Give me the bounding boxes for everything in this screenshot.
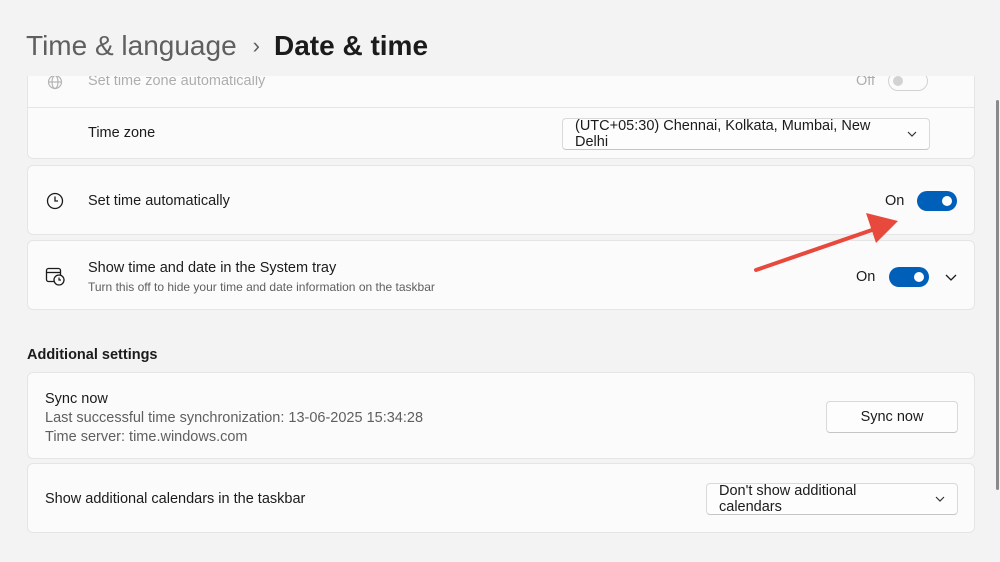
set-time-automatically-toggle[interactable] xyxy=(917,191,957,211)
page-title: Date & time xyxy=(273,30,429,61)
systray-toggle[interactable] xyxy=(889,267,929,287)
additional-calendars-value: Don't show additional calendars xyxy=(719,483,857,515)
set-time-automatically-card: Set time automatically On xyxy=(27,165,975,235)
auto-timezone-label: Set time zone automatically xyxy=(88,76,266,89)
sync-title: Sync now xyxy=(45,391,108,407)
chevron-down-icon xyxy=(893,131,917,137)
breadcrumb-parent-link[interactable]: Time & language xyxy=(26,30,237,62)
timezone-row: Time zone (UTC+05:30) Chennai, Kolkata, … xyxy=(28,108,974,160)
systray-label: Show time and date in the System tray xyxy=(88,260,337,276)
additional-calendars-label: Show additional calendars in the taskbar xyxy=(45,491,306,507)
systray-description: Turn this off to hide your time and date… xyxy=(88,280,435,294)
systray-state: On xyxy=(856,269,876,285)
settings-scroll-area[interactable]: Set time zone automatically Off Time zon… xyxy=(0,76,1000,562)
time-server-text: Time server: time.windows.com xyxy=(45,429,248,445)
breadcrumb: Time & language › Date & time xyxy=(26,26,428,66)
chevron-down-icon xyxy=(921,496,945,502)
sync-now-button[interactable]: Sync now xyxy=(826,401,958,433)
systray-card[interactable]: Show time and date in the System tray Tu… xyxy=(27,240,975,310)
globe-icon xyxy=(44,76,66,93)
vertical-scrollbar[interactable] xyxy=(996,100,999,490)
auto-timezone-row: Set time zone automatically Off xyxy=(28,76,974,107)
set-time-automatically-state: On xyxy=(885,193,905,209)
timezone-dropdown-value: (UTC+05:30) Chennai, Kolkata, Mumbai, Ne… xyxy=(575,118,871,150)
calendar-clock-icon xyxy=(44,265,66,287)
timezone-label: Time zone xyxy=(88,125,156,141)
sync-now-card: Sync now Last successful time synchroniz… xyxy=(27,372,975,459)
auto-timezone-state: Off xyxy=(856,76,876,89)
auto-timezone-toggle[interactable] xyxy=(888,76,928,91)
timezone-dropdown[interactable]: (UTC+05:30) Chennai, Kolkata, Mumbai, Ne… xyxy=(562,118,930,150)
additional-calendars-card: Show additional calendars in the taskbar… xyxy=(27,463,975,533)
timezone-card: Set time zone automatically Off Time zon… xyxy=(27,76,975,159)
last-sync-text: Last successful time synchronization: 13… xyxy=(45,410,424,426)
chevron-down-icon[interactable] xyxy=(943,269,959,285)
clock-icon xyxy=(44,190,66,212)
additional-settings-heading: Additional settings xyxy=(27,347,158,363)
chevron-right-icon: › xyxy=(252,33,260,58)
additional-calendars-dropdown[interactable]: Don't show additional calendars xyxy=(706,483,958,515)
set-time-automatically-label: Set time automatically xyxy=(88,193,230,209)
